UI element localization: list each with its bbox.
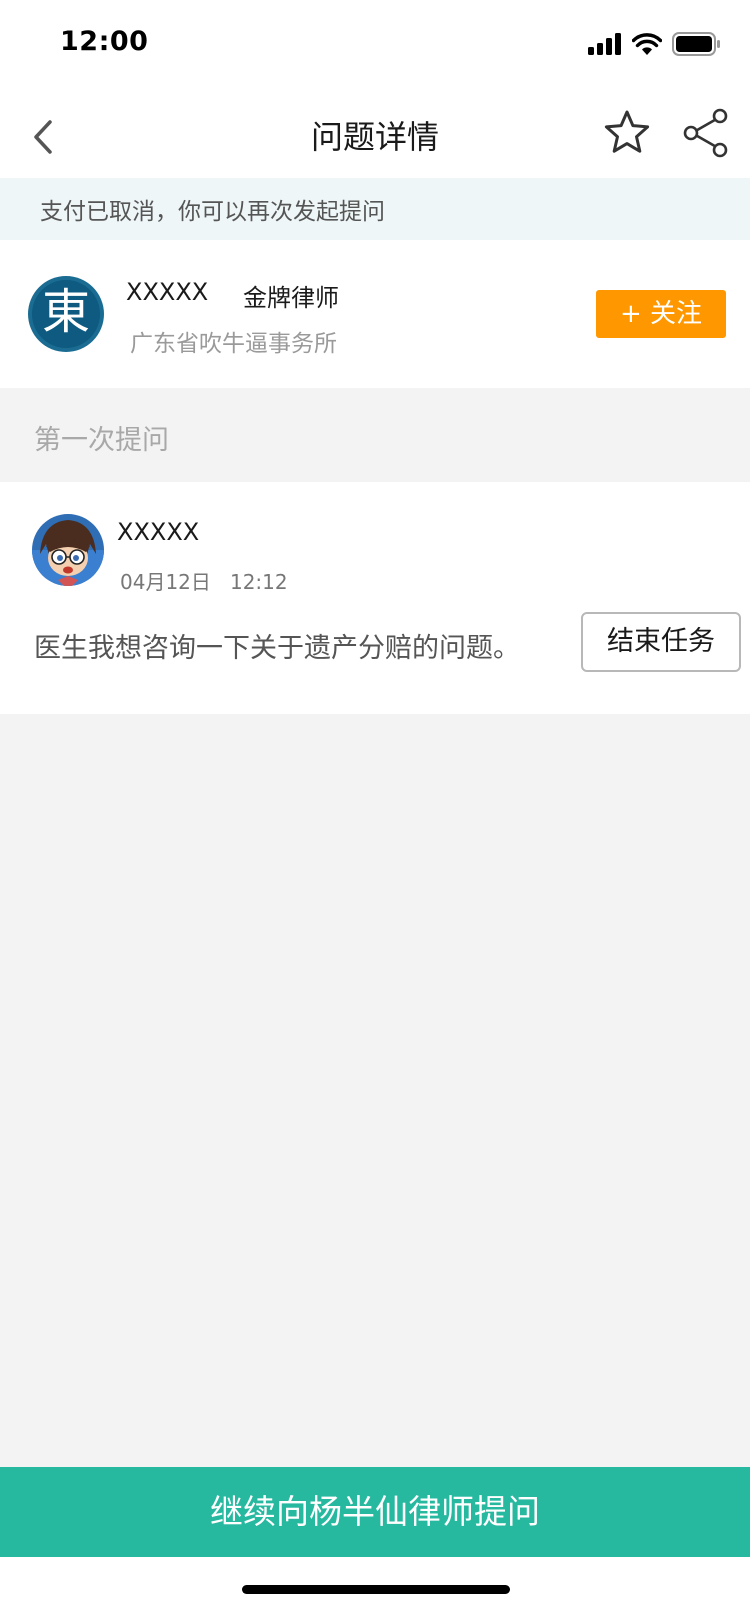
notice-text: 支付已取消，你可以再次发起提问 (40, 199, 385, 225)
lawyer-firm: 广东省吹牛逼事务所 (130, 331, 337, 357)
share-icon (683, 108, 728, 158)
question-card: XXXXX 04月12日 12:12 医生我想咨询一下关于遗产分赔的问题。 结束… (0, 482, 750, 714)
status-icons (588, 30, 720, 58)
avatar-glyph: 東 (41, 284, 90, 340)
question-timestamp: 04月12日 12:12 (120, 566, 288, 595)
status-time: 12:00 (60, 26, 149, 57)
favorite-button[interactable] (602, 108, 652, 158)
end-task-button[interactable]: 结束任务 (581, 612, 741, 672)
payment-cancelled-notice: 支付已取消，你可以再次发起提问 (0, 178, 750, 240)
share-button[interactable] (682, 108, 732, 158)
continue-ask-button[interactable]: 继续向杨半仙律师提问 (0, 1467, 750, 1557)
question-time: 12:12 (229, 570, 288, 594)
status-bar: 12:00 (0, 0, 750, 88)
lawyer-card[interactable]: 東 XXXXX 金牌律师 广东省吹牛逼事务所 + 关注 (0, 240, 750, 388)
cartoon-avatar-icon (32, 514, 104, 586)
wifi-icon (632, 33, 662, 55)
asker-avatar[interactable] (32, 514, 104, 586)
home-bar-area (0, 1557, 750, 1624)
star-outline-icon (604, 110, 650, 153)
lawyer-avatar[interactable]: 東 (28, 276, 104, 352)
section-header: 第一次提问 (0, 388, 750, 482)
nav-bar: 问题详情 (0, 88, 750, 178)
lawyer-name: XXXXX (126, 278, 209, 306)
home-indicator[interactable] (242, 1585, 510, 1594)
lawyer-title: 金牌律师 (243, 284, 339, 312)
follow-button[interactable]: + 关注 (596, 290, 726, 338)
section-label: 第一次提问 (34, 425, 169, 456)
battery-icon (672, 32, 720, 56)
question-text: 医生我想咨询一下关于遗产分赔的问题。 (34, 633, 520, 664)
cellular-signal-icon (588, 33, 621, 55)
empty-content-area (0, 714, 750, 1467)
asker-name: XXXXX (117, 518, 200, 546)
question-date: 04月12日 (120, 570, 211, 594)
